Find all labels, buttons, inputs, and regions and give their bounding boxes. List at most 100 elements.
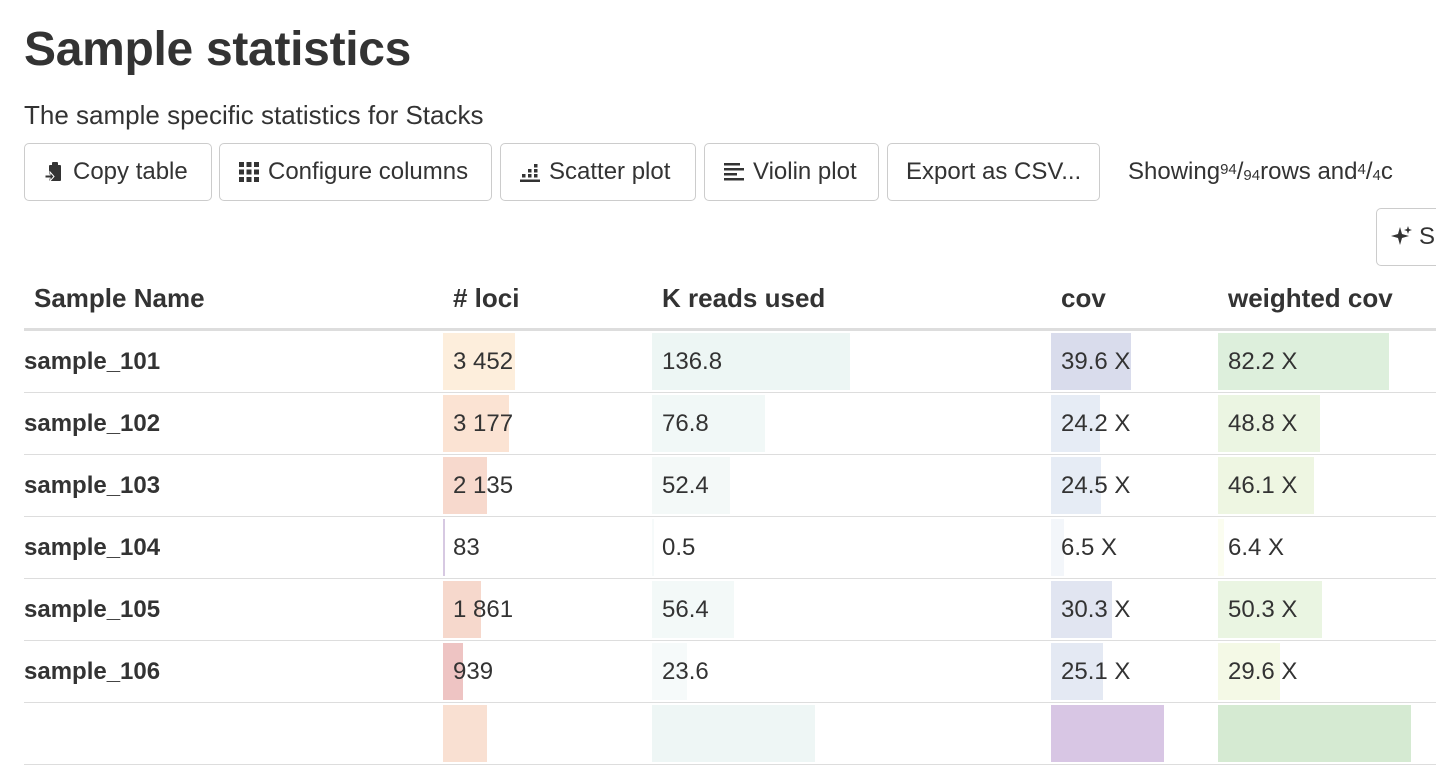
wcov-cell: 29.6 X: [1218, 640, 1436, 703]
scatter-plot-button[interactable]: Scatter plot: [500, 143, 696, 201]
configure-columns-button[interactable]: Configure columns: [219, 143, 492, 201]
cols-suffix: c: [1380, 158, 1393, 185]
loci-value: 3 452: [453, 347, 514, 375]
table-toolbar: Copy table Configure columns Scatter plo…: [24, 143, 1436, 203]
configure-columns-label: Configure columns: [268, 158, 469, 185]
loci-cell: 2 135: [443, 454, 652, 517]
cov-value: 24.5 X: [1061, 471, 1131, 499]
grid-icon: [238, 161, 260, 183]
table-row: [24, 702, 1436, 765]
cols-shown: 4: [1357, 160, 1366, 178]
kreads-value: 0.5: [662, 533, 696, 561]
loci-value: 83: [453, 533, 480, 561]
loci-value: 1 861: [453, 595, 514, 623]
ai-summary-label: S: [1419, 223, 1436, 250]
kreads-bar: [652, 705, 815, 762]
rows-total: 94: [1243, 166, 1261, 184]
wcov-value: 82.2 X: [1228, 347, 1298, 375]
cov-cell: 24.5 X: [1051, 454, 1218, 517]
sparkle-icon: [1391, 226, 1413, 248]
wcov-cell: 46.1 X: [1218, 454, 1436, 517]
rows-and: rows and: [1260, 158, 1358, 185]
export-csv-button[interactable]: Export as CSV...: [887, 143, 1100, 201]
cov-value: 6.5 X: [1061, 533, 1118, 561]
loci-value: 939: [453, 657, 494, 685]
kreads-value: 23.6: [662, 657, 709, 685]
cov-bar: [1051, 705, 1164, 762]
kreads-cell: 136.8: [652, 329, 1051, 393]
sample-name-cell: [24, 702, 443, 765]
header-cov[interactable]: cov: [1051, 268, 1218, 331]
kreads-cell: [652, 702, 1051, 765]
header-k-reads-used[interactable]: K reads used: [652, 268, 1051, 331]
loci-cell: [443, 702, 652, 765]
scatter-icon: [519, 161, 541, 183]
export-csv-label: Export as CSV...: [906, 158, 1082, 185]
table-row: sample_105 1 861 56.4 30.3 X 50.3 X: [24, 578, 1436, 641]
copy-table-label: Copy table: [73, 158, 188, 185]
table-row: sample_101 3 452 136.8 39.6 X 82.2 X: [24, 329, 1436, 393]
header-weighted-cov[interactable]: weighted cov: [1218, 268, 1436, 331]
table-row: sample_106 939 23.6 25.1 X 29.6 X: [24, 640, 1436, 703]
cov-cell: 24.2 X: [1051, 392, 1218, 455]
wcov-value: 29.6 X: [1228, 657, 1298, 685]
sample-name-cell: sample_106: [24, 640, 443, 703]
clipboard-icon: [43, 161, 65, 183]
cov-value: 30.3 X: [1061, 595, 1131, 623]
violin-plot-button[interactable]: Violin plot: [704, 143, 879, 201]
sample-name-cell: sample_101: [24, 329, 443, 393]
cov-cell: [1051, 702, 1218, 765]
loci-value: [443, 720, 453, 747]
align-left-icon: [723, 161, 745, 183]
wcov-value: [1218, 720, 1228, 747]
kreads-cell: 23.6: [652, 640, 1051, 703]
page-title: Sample statistics: [24, 23, 412, 76]
wcov-cell: 82.2 X: [1218, 329, 1436, 393]
wcov-cell: 48.8 X: [1218, 392, 1436, 455]
header-sample-name[interactable]: Sample Name: [24, 268, 443, 331]
copy-table-button[interactable]: Copy table: [24, 143, 212, 201]
cols-total: 4: [1372, 166, 1381, 184]
kreads-cell: 52.4: [652, 454, 1051, 517]
cov-value: [1051, 720, 1061, 747]
kreads-cell: 56.4: [652, 578, 1051, 641]
table-row: sample_102 3 177 76.8 24.2 X 48.8 X: [24, 392, 1436, 455]
page-subtitle: The sample specific statistics for Stack…: [24, 100, 484, 130]
kreads-value: 52.4: [662, 471, 709, 499]
wcov-value: 50.3 X: [1228, 595, 1298, 623]
table-row: sample_103 2 135 52.4 24.5 X 46.1 X: [24, 454, 1436, 517]
wcov-value: 46.1 X: [1228, 471, 1298, 499]
cov-cell: 25.1 X: [1051, 640, 1218, 703]
loci-value: 3 177: [453, 409, 514, 437]
cov-value: 25.1 X: [1061, 657, 1131, 685]
loci-cell: 3 452: [443, 329, 652, 393]
wcov-bar: [1218, 705, 1411, 762]
cov-value: 24.2 X: [1061, 409, 1131, 437]
cov-cell: 39.6 X: [1051, 329, 1218, 393]
loci-cell: 83: [443, 516, 652, 579]
header-loci[interactable]: # loci: [443, 268, 652, 331]
sample-name-cell: sample_104: [24, 516, 443, 579]
showing-prefix: Showing: [1128, 158, 1221, 185]
sample-name-cell: sample_102: [24, 392, 443, 455]
sample-name-cell: sample_103: [24, 454, 443, 517]
wcov-cell: 6.4 X: [1218, 516, 1436, 579]
cov-value: 39.6 X: [1061, 347, 1131, 375]
table-header-row: Sample Name # loci K reads used cov weig…: [24, 268, 1436, 331]
loci-cell: 1 861: [443, 578, 652, 641]
rows-shown: 94: [1220, 160, 1237, 178]
kreads-value: 56.4: [662, 595, 709, 623]
kreads-value: 76.8: [662, 409, 709, 437]
cov-cell: 6.5 X: [1051, 516, 1218, 579]
violin-plot-label: Violin plot: [753, 158, 857, 185]
table-row: sample_104 83 0.5 6.5 X 6.4 X: [24, 516, 1436, 579]
kreads-cell: 76.8: [652, 392, 1051, 455]
wcov-value: 48.8 X: [1228, 409, 1298, 437]
wcov-cell: [1218, 702, 1436, 765]
scatter-plot-label: Scatter plot: [549, 158, 671, 185]
ai-summary-button[interactable]: S: [1376, 208, 1436, 266]
wcov-cell: 50.3 X: [1218, 578, 1436, 641]
kreads-value: 136.8: [662, 347, 723, 375]
kreads-cell: 0.5: [652, 516, 1051, 579]
wcov-value: 6.4 X: [1228, 533, 1285, 561]
